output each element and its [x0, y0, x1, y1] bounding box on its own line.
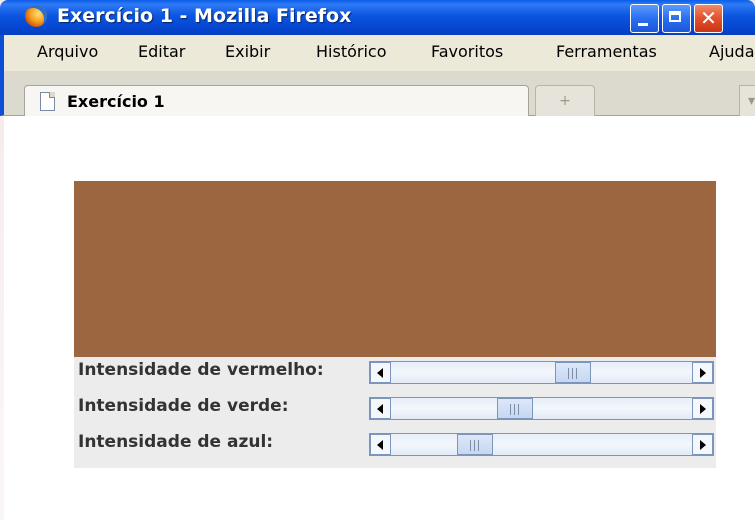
blue-scrollbar[interactable]	[369, 433, 714, 456]
scroll-right-button[interactable]	[692, 434, 713, 455]
close-button[interactable]: ✕	[694, 4, 723, 33]
slider-label-green: Intensidade de verde:	[78, 396, 289, 416]
page-content: Intensidade de vermelho: Intensidade de …	[4, 116, 755, 520]
scroll-left-button[interactable]	[370, 434, 391, 455]
slider-row-green: Intensidade de verde:	[74, 393, 716, 423]
chevron-down-icon: ▾	[748, 93, 755, 109]
slider-row-red: Intensidade de vermelho:	[74, 357, 716, 387]
scroll-left-button[interactable]	[370, 398, 391, 419]
scroll-right-button[interactable]	[692, 398, 713, 419]
slider-label-red: Intensidade de vermelho:	[78, 360, 324, 380]
plus-icon: +	[559, 93, 571, 109]
grip-icon	[568, 368, 579, 379]
maximize-button[interactable]	[662, 4, 691, 33]
tab-exercicio-1[interactable]: Exercício 1	[24, 85, 529, 117]
menu-exibir[interactable]: Exibir	[225, 42, 270, 61]
firefox-icon	[25, 5, 47, 27]
scroll-left-button[interactable]	[370, 362, 391, 383]
color-applet: Intensidade de vermelho: Intensidade de …	[74, 181, 716, 468]
minimize-button[interactable]	[630, 4, 659, 33]
menu-ferramentas[interactable]: Ferramentas	[556, 42, 657, 61]
grip-icon	[470, 440, 481, 451]
menu-arquivo[interactable]: Arquivo	[37, 42, 98, 61]
scroll-thumb[interactable]	[555, 362, 592, 383]
scroll-thumb[interactable]	[497, 398, 533, 419]
browser-window: Exercício 1 - Mozilla Firefox ✕ Arquivo …	[0, 0, 755, 520]
document-icon	[40, 92, 55, 111]
minimize-icon	[638, 23, 648, 26]
green-scrollbar[interactable]	[369, 397, 714, 420]
maximize-icon	[669, 11, 681, 22]
grip-icon	[510, 404, 520, 415]
window-title: Exercício 1 - Mozilla Firefox	[57, 5, 352, 27]
red-scrollbar[interactable]	[369, 361, 714, 384]
scroll-right-button[interactable]	[692, 362, 713, 383]
menu-favoritos[interactable]: Favoritos	[431, 42, 503, 61]
tab-bar: Exercício 1 + ▾	[0, 71, 755, 117]
menu-editar[interactable]: Editar	[138, 42, 185, 61]
title-bar[interactable]: Exercício 1 - Mozilla Firefox ✕	[0, 0, 755, 35]
menu-historico[interactable]: Histórico	[316, 42, 386, 61]
close-icon: ✕	[700, 6, 717, 30]
tab-label: Exercício 1	[67, 92, 165, 111]
scroll-thumb[interactable]	[457, 434, 494, 455]
tab-list-button[interactable]: ▾	[739, 85, 755, 116]
slider-label-blue: Intensidade de azul:	[78, 432, 274, 452]
menu-ajuda[interactable]: Ajuda	[709, 42, 755, 61]
new-tab-button[interactable]: +	[535, 85, 595, 116]
menu-bar: Arquivo Editar Exibir Histórico Favorito…	[0, 35, 755, 71]
slider-row-blue: Intensidade de azul:	[74, 429, 716, 459]
color-preview	[74, 181, 716, 357]
